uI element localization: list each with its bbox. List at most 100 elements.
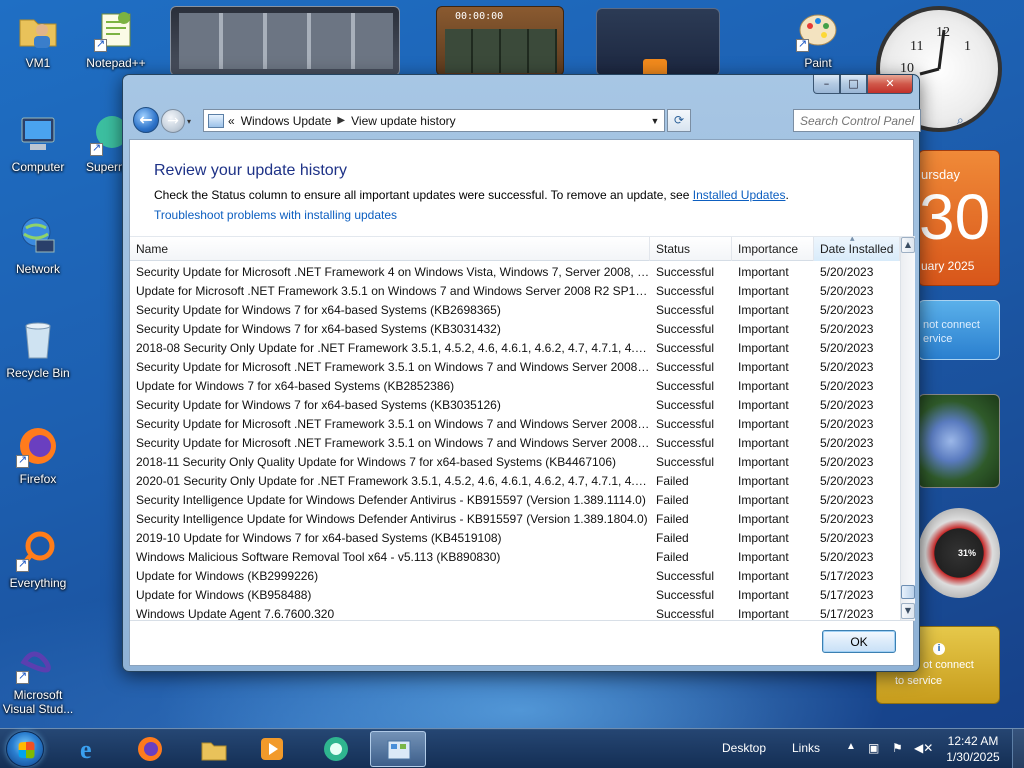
footer-divider [130, 620, 915, 621]
update-importance: Important [738, 436, 789, 450]
slideshow-gadget[interactable] [170, 6, 400, 76]
notepadpp-icon [94, 8, 138, 52]
installed-updates-link[interactable]: Installed Updates [693, 188, 786, 202]
desktop-icon-vm1[interactable]: VM1 [0, 8, 76, 70]
back-button[interactable]: ← [133, 107, 159, 133]
picture-gadget[interactable] [918, 394, 1000, 488]
column-header-name[interactable]: Name [130, 237, 650, 261]
desktop-icon-network[interactable]: Network [0, 214, 76, 276]
scroll-up-button[interactable]: ▲ [901, 237, 915, 253]
desktop-icon-computer[interactable]: Computer [0, 112, 76, 174]
update-name: Update for Windows 7 for x64-based Syste… [136, 379, 455, 393]
feed-gadget[interactable] [596, 8, 720, 77]
table-row[interactable]: Update for Microsoft .NET Framework 3.5.… [130, 282, 900, 301]
media-gadget[interactable]: 00:00:00 [436, 6, 564, 76]
table-row[interactable]: 2018-08 Security Only Update for .NET Fr… [130, 339, 900, 358]
network-globe-icon [16, 214, 60, 258]
desktop-icon-notepadpp[interactable]: Notepad++ [78, 8, 154, 70]
breadcrumb-arrow-icon[interactable]: ▶ [337, 115, 345, 126]
weather-gadget-1[interactable]: not connect ervice [918, 300, 1000, 360]
refresh-button[interactable]: ⟳ [667, 109, 691, 132]
table-row[interactable]: Update for Windows 7 for x64-based Syste… [130, 377, 900, 396]
troubleshoot-link[interactable]: Troubleshoot problems with installing up… [154, 208, 397, 222]
table-row[interactable]: Security Update for Microsoft .NET Frame… [130, 263, 900, 282]
table-row[interactable]: Security Update for Microsoft .NET Frame… [130, 434, 900, 453]
breadcrumb-overflow[interactable]: « [228, 114, 235, 128]
tray-expand-icon[interactable]: ▲ [846, 741, 856, 752]
recent-pages-icon[interactable]: ▾ [187, 117, 191, 126]
breadcrumb-windows-update[interactable]: Windows Update [241, 114, 332, 128]
maximize-button[interactable]: □ [840, 75, 867, 94]
scroll-thumb[interactable] [901, 585, 915, 599]
action-center-flag-icon[interactable]: ⚑ [892, 741, 903, 755]
update-history-list[interactable]: Name Status Importance Date Installed Se… [130, 236, 915, 620]
taskbar-control-panel[interactable] [370, 731, 426, 767]
column-header-date-installed[interactable]: Date Installed [814, 237, 900, 261]
update-status: Successful [656, 455, 715, 469]
column-header-importance[interactable]: Importance [732, 237, 814, 261]
update-status: Successful [656, 569, 715, 583]
table-row[interactable]: Security Update for Windows 7 for x64-ba… [130, 320, 900, 339]
desktop-icon-everything[interactable]: Everything [0, 528, 76, 590]
update-date: 5/17/2023 [820, 588, 874, 602]
address-bar[interactable]: « Windows Update ▶ View update history ▼ [203, 109, 665, 132]
table-row[interactable]: Windows Update Agent 7.6.7600.320 Success… [130, 605, 900, 620]
network-tray-icon[interactable]: ▣ [868, 741, 879, 755]
vertical-scrollbar[interactable]: ▲ ▼ [900, 237, 915, 620]
taskbar-internet-explorer[interactable]: e [62, 731, 118, 767]
update-name: Security Intelligence Update for Windows… [136, 493, 646, 507]
svg-text:e: e [80, 735, 92, 763]
search-box[interactable]: ⌕ [793, 109, 964, 132]
scroll-down-button[interactable]: ▼ [901, 603, 915, 619]
table-row[interactable]: Security Update for Microsoft .NET Frame… [130, 358, 900, 377]
update-importance: Important [738, 607, 789, 620]
table-row[interactable]: Windows Malicious Software Removal Tool … [130, 548, 900, 567]
minimize-button[interactable]: – [813, 75, 840, 94]
update-history-window[interactable]: – □ ✕ ← → ▾ « Windows Update ▶ View upda… [122, 74, 964, 672]
taskbar-media-player[interactable] [244, 731, 300, 767]
table-row[interactable]: 2019-10 Update for Windows 7 for x64-bas… [130, 529, 900, 548]
list-header: Name Status Importance Date Installed [130, 237, 900, 261]
update-date: 5/20/2023 [820, 417, 874, 431]
volume-muted-icon[interactable]: ◀✕ [914, 741, 933, 755]
table-row[interactable]: Update for Windows (KB958488) Successful I… [130, 586, 900, 605]
close-button[interactable]: ✕ [867, 75, 913, 94]
update-name: Update for Microsoft .NET Framework 3.5.… [136, 284, 650, 298]
update-date: 5/20/2023 [820, 341, 874, 355]
table-row[interactable]: 2020-01 Security Only Update for .NET Fr… [130, 472, 900, 491]
search-icon[interactable]: ⌕ [957, 113, 964, 128]
desktop-icon-firefox[interactable]: Firefox [0, 424, 76, 486]
table-row[interactable]: 2018-11 Security Only Quality Update for… [130, 453, 900, 472]
desktop-icon-superm[interactable]: Superm [74, 112, 124, 174]
calendar-month: uary 2025 [921, 259, 975, 273]
taskbar-firefox[interactable] [122, 731, 178, 767]
desktop-toolbar[interactable]: Desktop [722, 741, 766, 755]
table-row[interactable]: Update for Windows (KB2999226) Successful… [130, 567, 900, 586]
user-folder-icon [16, 8, 60, 52]
table-row[interactable]: Security Update for Microsoft .NET Frame… [130, 415, 900, 434]
desktop-icon-paint[interactable]: Paint [780, 8, 856, 70]
system-clock[interactable]: 12:42 AM 1/30/2025 [940, 733, 1006, 765]
column-header-status[interactable]: Status [650, 237, 732, 261]
breadcrumb-view-update-history[interactable]: View update history [351, 114, 456, 128]
taskbar-explorer[interactable] [186, 731, 242, 767]
update-name: Security Update for Microsoft .NET Frame… [136, 436, 650, 450]
search-input[interactable] [794, 111, 957, 130]
address-dropdown-icon[interactable]: ▼ [646, 116, 664, 126]
show-desktop-button[interactable] [1012, 729, 1024, 768]
table-row[interactable]: Security Update for Windows 7 for x64-ba… [130, 301, 900, 320]
links-toolbar[interactable]: Links [792, 741, 820, 755]
forward-button[interactable]: → [161, 109, 185, 133]
desktop-icon-visual-studio[interactable]: Microsoft Visual Stud... [0, 640, 76, 716]
table-row[interactable]: Security Intelligence Update for Windows… [130, 510, 900, 529]
update-status: Successful [656, 322, 715, 336]
table-row[interactable]: Security Intelligence Update for Windows… [130, 491, 900, 510]
ok-button[interactable]: OK [822, 630, 896, 653]
table-row[interactable]: Security Update for Windows 7 for x64-ba… [130, 396, 900, 415]
media-timer: 00:00:00 [455, 11, 504, 22]
desktop-icon-recycle-bin[interactable]: Recycle Bin [0, 318, 76, 380]
taskbar-app[interactable] [308, 731, 364, 767]
start-button[interactable] [6, 731, 44, 767]
update-date: 5/20/2023 [820, 455, 874, 469]
caption-buttons: – □ ✕ [813, 75, 913, 94]
